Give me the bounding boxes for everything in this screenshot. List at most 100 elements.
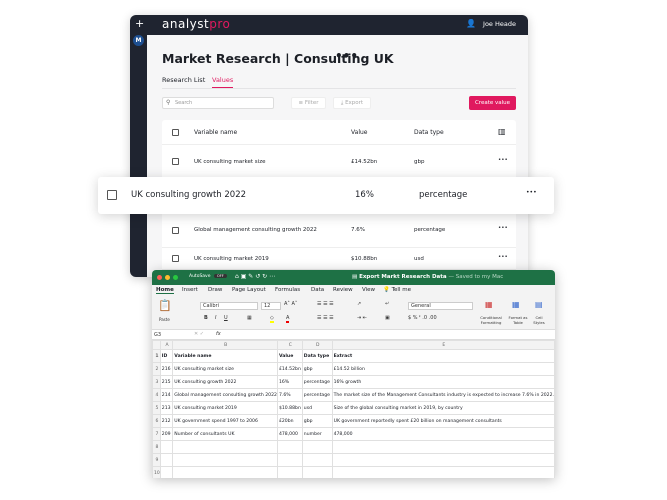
- highlighted-row[interactable]: UK consulting growth 2022 16% percentage…: [98, 177, 554, 214]
- create-value-button[interactable]: Create value: [469, 96, 516, 110]
- row-number[interactable]: 5: [152, 401, 161, 415]
- row-number[interactable]: 2: [152, 362, 161, 376]
- align-icons[interactable]: ☰ ☰ ☰: [317, 315, 334, 321]
- cell[interactable]: percentage: [301, 375, 333, 389]
- conditional-formatting-icon[interactable]: ▦: [485, 300, 493, 309]
- row-more-icon[interactable]: •••: [498, 225, 508, 231]
- bold-button[interactable]: B: [204, 315, 208, 321]
- row-number[interactable]: 10: [152, 466, 161, 478]
- user-name[interactable]: Joe Heade: [483, 20, 516, 28]
- formula-input[interactable]: [227, 330, 553, 339]
- number-format-select[interactable]: General: [408, 302, 473, 310]
- cell[interactable]: [276, 466, 303, 478]
- merge-icon[interactable]: ▣: [385, 315, 390, 321]
- tab-home[interactable]: Home: [156, 287, 174, 294]
- column-header[interactable]: A: [159, 340, 174, 350]
- cell[interactable]: 209: [159, 427, 174, 441]
- cell[interactable]: 478,000: [331, 427, 555, 441]
- toolbar-icons[interactable]: ⌂ ▣ ✎ ↺ ↻ ⋯: [235, 273, 275, 280]
- sheet-table[interactable]: A B C D E 1 ID Variable name Value Data type Extra…: [152, 340, 555, 478]
- cell[interactable]: Variable name: [172, 349, 278, 363]
- row-number[interactable]: 6: [152, 414, 161, 428]
- row-number[interactable]: 7: [152, 427, 161, 441]
- fill-color-icon[interactable]: ◇: [270, 315, 274, 323]
- paste-icon[interactable]: 📋: [158, 299, 172, 312]
- minimize-button[interactable]: [165, 275, 170, 280]
- tell-me[interactable]: 💡 Tell me: [383, 287, 411, 293]
- conditional-formatting-label[interactable]: Conditional Formatting: [480, 315, 502, 325]
- row-number[interactable]: 1: [152, 349, 161, 363]
- font-size-select[interactable]: 12: [261, 302, 281, 310]
- cell[interactable]: ID: [159, 349, 174, 363]
- cell[interactable]: The market size of the Management Consul…: [331, 388, 555, 402]
- cell[interactable]: 16% growth: [331, 375, 555, 389]
- cell[interactable]: Data type: [301, 349, 333, 363]
- tab-research-list[interactable]: Research List: [162, 76, 205, 84]
- row-more-icon[interactable]: •••: [498, 254, 508, 260]
- cell[interactable]: [159, 466, 174, 478]
- cell[interactable]: [159, 440, 174, 454]
- cell[interactable]: [331, 466, 555, 478]
- fx-icon[interactable]: fx: [216, 331, 221, 337]
- select-all-checkbox[interactable]: [172, 129, 179, 136]
- avatar[interactable]: M: [133, 35, 144, 46]
- format-as-table-icon[interactable]: ▦: [512, 300, 520, 309]
- cell[interactable]: £14.52bn: [276, 362, 303, 376]
- cell[interactable]: $10.88bn: [276, 401, 303, 415]
- cell-styles-icon[interactable]: ▤: [535, 300, 543, 309]
- format-as-table-label[interactable]: Format as Table: [507, 315, 529, 325]
- column-header[interactable]: D: [301, 340, 333, 350]
- cell[interactable]: gbp: [301, 414, 333, 428]
- cell[interactable]: 216: [159, 362, 174, 376]
- italic-button[interactable]: I: [215, 315, 216, 321]
- cell[interactable]: gbp: [301, 362, 333, 376]
- cell[interactable]: Value: [276, 349, 303, 363]
- cell-styles-label[interactable]: Cell Styles: [532, 315, 546, 325]
- corner-cell[interactable]: [152, 340, 161, 350]
- indent-icons[interactable]: ⇥ ⇤: [357, 315, 367, 321]
- logo[interactable]: analystpro: [162, 17, 230, 31]
- tab-insert[interactable]: Insert: [182, 287, 198, 293]
- cell[interactable]: [301, 440, 333, 454]
- cell[interactable]: 215: [159, 375, 174, 389]
- font-color-icon[interactable]: A: [286, 315, 290, 323]
- cell[interactable]: 478,000: [276, 427, 303, 441]
- column-header[interactable]: E: [331, 340, 555, 350]
- cell[interactable]: Size of the global consulting market in …: [331, 401, 555, 415]
- table-row[interactable]: Global management consulting growth 2022…: [162, 215, 516, 248]
- row-number[interactable]: 9: [152, 453, 161, 467]
- cell[interactable]: UK government spend 1997 to 2006: [172, 414, 278, 428]
- font-select[interactable]: Calibri: [200, 302, 258, 310]
- row-checkbox[interactable]: [172, 255, 179, 262]
- cell[interactable]: UK government reportedly spent £20 billi…: [331, 414, 555, 428]
- cell[interactable]: Extract: [331, 349, 555, 363]
- cell[interactable]: Number of consultants UK: [172, 427, 278, 441]
- close-button[interactable]: [157, 275, 162, 280]
- cell[interactable]: [276, 453, 303, 467]
- cell[interactable]: [172, 440, 278, 454]
- more-options-button[interactable]: •••: [335, 49, 358, 63]
- paste-label[interactable]: Paste: [159, 317, 170, 322]
- filter-button[interactable]: ≡ Filter: [291, 97, 326, 109]
- tab-review[interactable]: Review: [333, 287, 353, 293]
- row-checkbox[interactable]: [172, 158, 179, 165]
- tab-values[interactable]: Values: [212, 76, 234, 88]
- orientation-icon[interactable]: ↗: [357, 301, 361, 307]
- column-header[interactable]: B: [172, 340, 278, 350]
- cell[interactable]: usd: [301, 401, 333, 415]
- columns-icon[interactable]: ▥: [498, 127, 506, 136]
- autosave-toggle[interactable]: OFF: [214, 274, 227, 278]
- tab-view[interactable]: View: [362, 287, 375, 293]
- font-grow-icons[interactable]: A˄ A˅: [284, 301, 297, 307]
- row-more-icon[interactable]: •••: [498, 157, 508, 163]
- cell[interactable]: [159, 453, 174, 467]
- cell[interactable]: number: [301, 427, 333, 441]
- cell[interactable]: 16%: [276, 375, 303, 389]
- cell[interactable]: 214: [159, 388, 174, 402]
- cell[interactable]: £20bn: [276, 414, 303, 428]
- cell[interactable]: 212: [159, 414, 174, 428]
- underline-button[interactable]: U: [224, 315, 228, 321]
- number-format-icons[interactable]: $ % ❜ .0 .00: [408, 315, 437, 321]
- cell[interactable]: Global management consulting growth 2022: [172, 388, 278, 402]
- row-number[interactable]: 8: [152, 440, 161, 454]
